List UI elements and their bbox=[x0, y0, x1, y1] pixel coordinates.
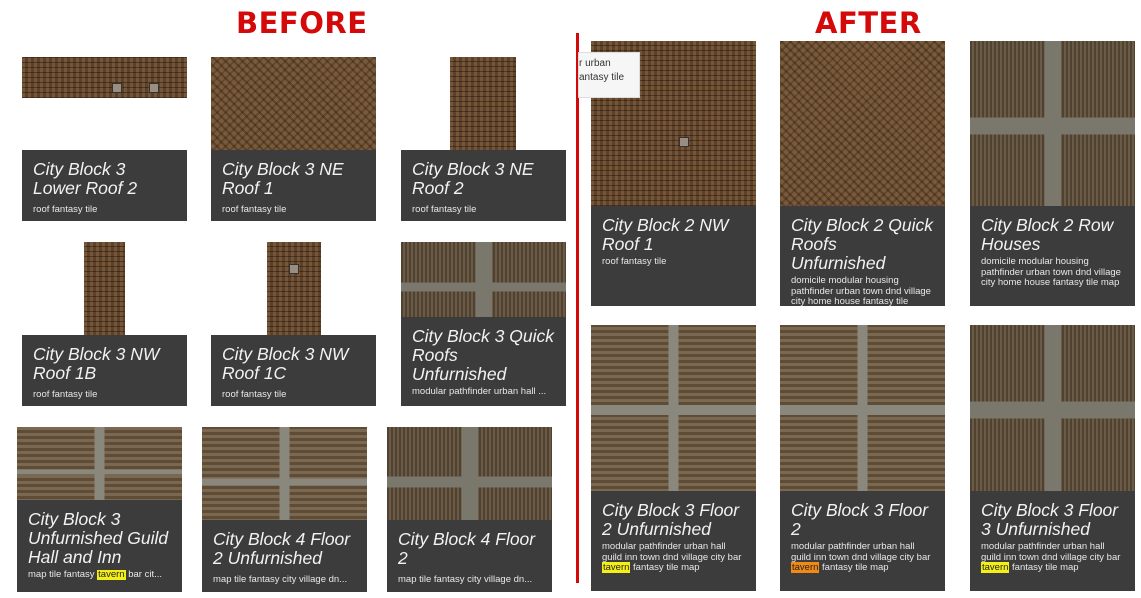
tile-thumbnail[interactable] bbox=[780, 41, 945, 211]
tile-tags: domicile modular housing pathfinder urba… bbox=[791, 275, 931, 306]
tile-title: City Block 3 NE Roof 1 bbox=[222, 159, 344, 198]
tile-thumbnail[interactable] bbox=[591, 325, 756, 495]
tile-caption[interactable]: City Block 3 Floor 2 Unfurnished modular… bbox=[591, 491, 756, 591]
tile-title: City Block 3 Lower Roof 2 bbox=[33, 159, 138, 198]
tile-title: City Block 2 Quick Roofs Unfurnished bbox=[791, 215, 933, 273]
tile-tags: modular pathfinder urban hall guild inn … bbox=[791, 541, 931, 573]
tile-title: City Block 2 NW Roof 1 bbox=[602, 215, 729, 254]
tile-tags: map tile fantasy city village dn... bbox=[213, 575, 348, 585]
tile-title: City Block 3 Floor 2 Unfurnished bbox=[602, 500, 740, 539]
before-heading: BEFORE bbox=[236, 6, 368, 40]
tile-title: City Block 4 Floor 2 Unfurnished bbox=[213, 529, 351, 568]
search-highlight: tavern bbox=[981, 562, 1010, 573]
tile-caption[interactable]: City Block 4 Floor 2 Unfurnished map til… bbox=[202, 520, 367, 592]
tile-caption[interactable]: City Block 2 NW Roof 1 roof fantasy tile bbox=[591, 206, 756, 306]
tile-thumbnail[interactable] bbox=[780, 325, 945, 495]
tile-tags: map tile fantasy city village dn... bbox=[398, 575, 533, 585]
tile-tags: modular pathfinder urban hall ... bbox=[412, 387, 547, 397]
search-highlight: tavern bbox=[791, 562, 820, 573]
tile-title: City Block 3 Quick Roofs Unfurnished bbox=[412, 326, 554, 384]
tile-caption[interactable]: City Block 3 NE Roof 2 roof fantasy tile bbox=[401, 150, 566, 221]
tile-title: City Block 3 NW Roof 1C bbox=[222, 344, 349, 383]
tile-title: City Block 3 NW Roof 1B bbox=[33, 344, 160, 383]
tile-title: City Block 4 Floor 2 bbox=[398, 529, 536, 568]
tile-tags: roof fantasy tile bbox=[33, 204, 98, 215]
tile-caption[interactable]: City Block 2 Quick Roofs Unfurnished dom… bbox=[780, 206, 945, 306]
tile-caption[interactable]: City Block 3 Floor 3 Unfurnished modular… bbox=[970, 491, 1135, 591]
tile-caption[interactable]: City Block 3 NE Roof 1 roof fantasy tile bbox=[211, 150, 376, 221]
tile-tags: roof fantasy tile bbox=[33, 389, 98, 400]
search-highlight: tavern bbox=[97, 570, 126, 580]
after-heading: AFTER bbox=[815, 6, 922, 40]
tile-thumbnail[interactable] bbox=[267, 242, 321, 342]
tooltip-line-2: antasy tile bbox=[579, 72, 625, 83]
tile-tags: map tile fantasy tavern bar cit... bbox=[28, 570, 163, 580]
tile-title: City Block 3 NE Roof 2 bbox=[412, 159, 534, 198]
tile-tags: modular pathfinder urban hall guild inn … bbox=[981, 541, 1121, 573]
tile-caption[interactable]: City Block 3 Unfurnished Guild Hall and … bbox=[17, 500, 182, 592]
search-highlight: tavern bbox=[602, 562, 631, 573]
tile-caption[interactable]: City Block 4 Floor 2 map tile fantasy ci… bbox=[387, 520, 552, 592]
hover-tooltip: r urban antasy tile bbox=[578, 52, 640, 98]
tile-tags: modular pathfinder urban hall guild inn … bbox=[602, 541, 742, 573]
tile-caption[interactable]: City Block 2 Row Houses domicile modular… bbox=[970, 206, 1135, 306]
tile-title: City Block 3 Floor 2 bbox=[791, 500, 929, 539]
tile-caption[interactable]: City Block 3 Floor 2 modular pathfinder … bbox=[780, 491, 945, 591]
tooltip-line-1: r urban bbox=[579, 58, 611, 69]
tile-tags: roof fantasy tile bbox=[602, 256, 667, 267]
tile-thumbnail[interactable] bbox=[22, 57, 187, 98]
tile-title: City Block 3 Floor 3 Unfurnished bbox=[981, 500, 1119, 539]
tile-tags: roof fantasy tile bbox=[222, 389, 287, 400]
tile-tags: roof fantasy tile bbox=[412, 204, 477, 215]
tile-tags: roof fantasy tile bbox=[222, 204, 287, 215]
tile-thumbnail[interactable] bbox=[84, 242, 125, 342]
tile-caption[interactable]: City Block 3 Quick Roofs Unfurnished mod… bbox=[401, 317, 566, 406]
tile-title: City Block 2 Row Houses bbox=[981, 215, 1114, 254]
tile-caption[interactable]: City Block 3 NW Roof 1C roof fantasy til… bbox=[211, 335, 376, 406]
tile-title: City Block 3 Unfurnished Guild Hall and … bbox=[28, 509, 169, 567]
tile-tags: domicile modular housing pathfinder urba… bbox=[981, 256, 1121, 288]
tile-caption[interactable]: City Block 3 NW Roof 1B roof fantasy til… bbox=[22, 335, 187, 406]
tile-caption[interactable]: City Block 3 Lower Roof 2 roof fantasy t… bbox=[22, 150, 187, 221]
tile-thumbnail[interactable] bbox=[970, 325, 1135, 495]
tile-thumbnail[interactable] bbox=[970, 41, 1135, 211]
divider bbox=[576, 33, 579, 583]
